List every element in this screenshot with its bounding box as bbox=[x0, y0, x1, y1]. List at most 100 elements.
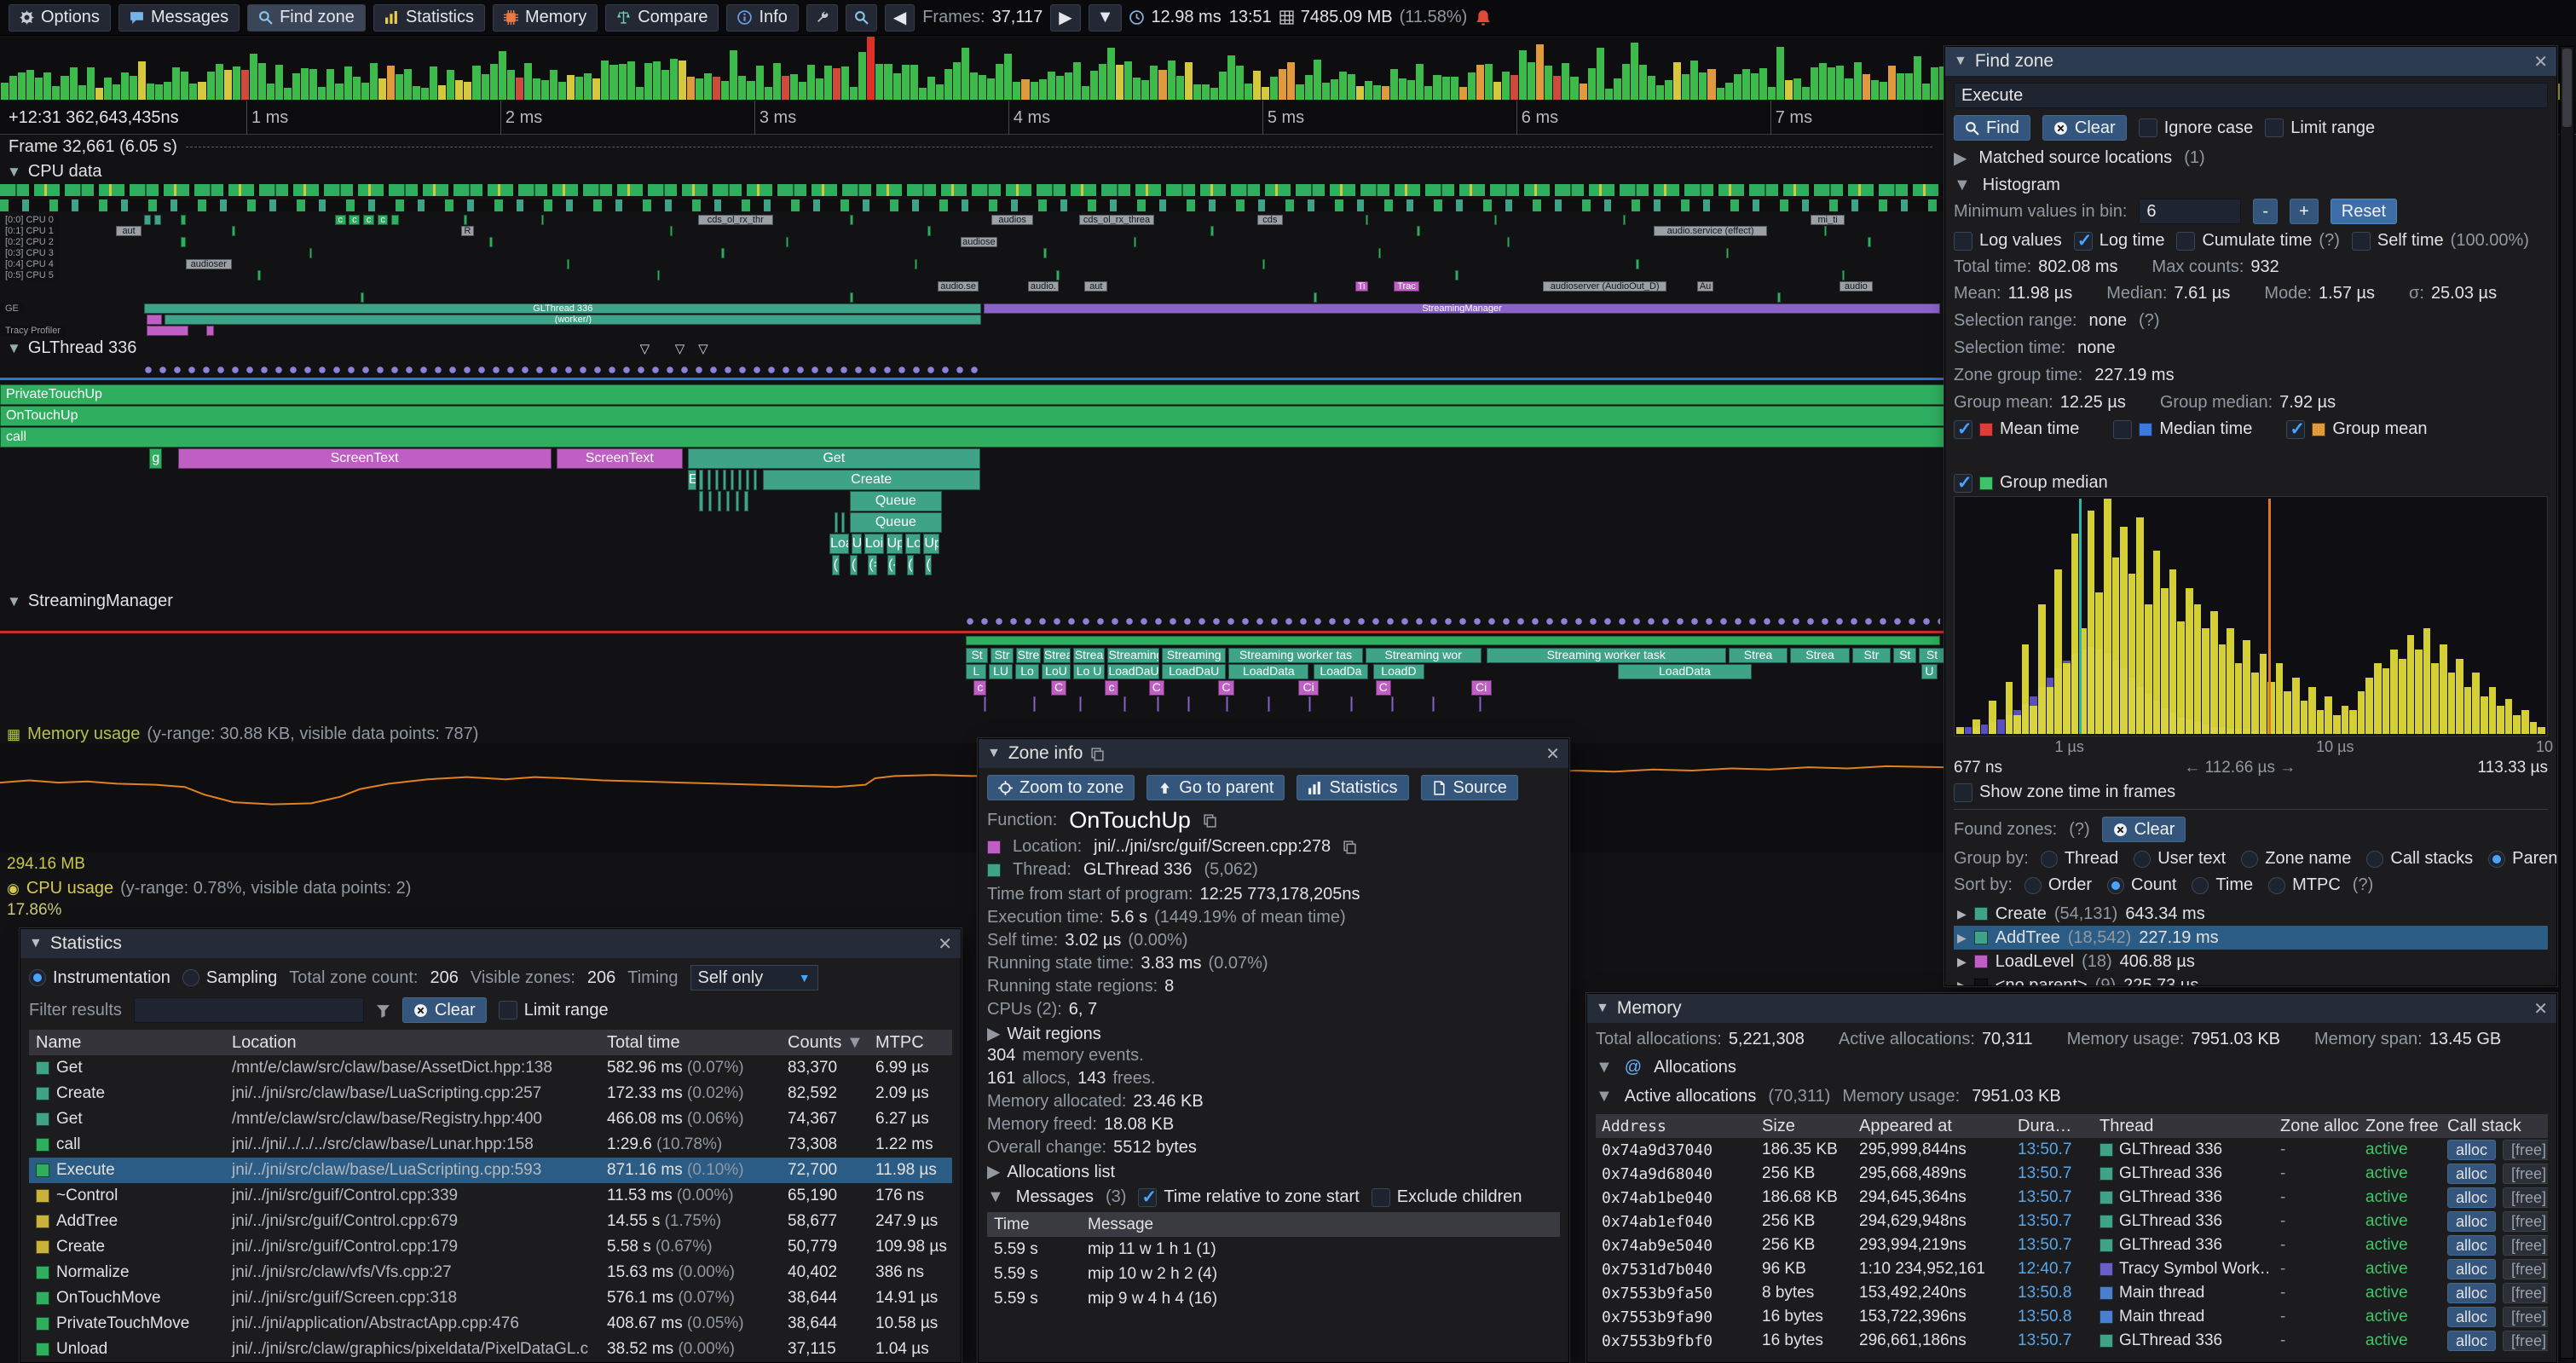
statistics-table-row[interactable]: AddTree jni/../jni/src/guif/Control.cpp:… bbox=[29, 1209, 952, 1234]
frame-bar[interactable] bbox=[1133, 78, 1141, 100]
timeline-zone[interactable]: Strea bbox=[1790, 648, 1850, 663]
timeline-zone[interactable] bbox=[154, 215, 161, 225]
frame-bar[interactable] bbox=[1287, 62, 1295, 100]
expand-icon[interactable]: ▶ bbox=[1957, 955, 1967, 969]
timeline-zone[interactable] bbox=[718, 491, 721, 511]
frame-bar[interactable] bbox=[721, 81, 729, 101]
frame-bar[interactable] bbox=[833, 68, 840, 100]
frame-bar[interactable] bbox=[9, 76, 17, 100]
info-button[interactable]: Info bbox=[726, 4, 798, 32]
cumulate-time-checkbox[interactable]: Cumulate time(?) bbox=[2176, 231, 2339, 251]
show-zone-time-checkbox[interactable]: Show zone time in frames bbox=[1954, 783, 2175, 802]
timeline-zone[interactable] bbox=[731, 470, 734, 490]
messages-button[interactable]: Messages bbox=[118, 4, 240, 32]
free-callstack-button[interactable]: [free] bbox=[2503, 1164, 2548, 1184]
timeline-zone[interactable] bbox=[1268, 696, 1270, 712]
timeline-zone[interactable]: Create bbox=[763, 470, 980, 490]
find-zone-button[interactable]: Find zone bbox=[247, 4, 366, 32]
frame-bar[interactable] bbox=[1922, 84, 1930, 100]
timeline-zone[interactable] bbox=[657, 270, 661, 280]
frame-bar[interactable] bbox=[893, 73, 901, 100]
close-icon[interactable]: ✕ bbox=[1545, 743, 1560, 765]
frame-bar[interactable] bbox=[52, 86, 60, 100]
thread-name[interactable]: GLThread 336 bbox=[1083, 860, 1193, 880]
timeline-zone[interactable]: c bbox=[363, 215, 374, 225]
timeline-zone[interactable] bbox=[232, 226, 235, 236]
frame-bar[interactable] bbox=[1373, 85, 1381, 100]
expand-icon[interactable]: ▶ bbox=[987, 1161, 1000, 1182]
timeline-zone[interactable] bbox=[1417, 226, 1420, 236]
message-row[interactable]: 5.59 smip 11 w 1 h 1 (1) bbox=[987, 1237, 1560, 1262]
frame-bar[interactable] bbox=[361, 83, 369, 101]
frame-bar[interactable] bbox=[1382, 86, 1389, 100]
timeline-zone[interactable] bbox=[1842, 270, 1845, 280]
timeline-zone[interactable]: E bbox=[688, 470, 697, 490]
radio-option[interactable]: Time bbox=[2192, 875, 2253, 895]
frame-bar[interactable] bbox=[773, 63, 781, 100]
timeline-zone[interactable] bbox=[567, 259, 570, 269]
frame-bar[interactable] bbox=[301, 68, 309, 100]
message-row[interactable]: 5.59 smip 9 w 4 h 4 (16) bbox=[987, 1286, 1560, 1311]
frame-bar[interactable] bbox=[1897, 73, 1904, 100]
found-zone-group[interactable]: ▶ LoadLevel (18) 406.88 µs bbox=[1954, 950, 2548, 973]
timeline-zone[interactable] bbox=[1134, 237, 1137, 247]
frame-bar[interactable] bbox=[1158, 70, 1166, 100]
statistics-table-header[interactable]: Name Location Total time Counts ▼ MTPC bbox=[29, 1030, 952, 1055]
timeline-zone[interactable] bbox=[1455, 270, 1458, 280]
timeline-zone[interactable]: Strea bbox=[1043, 648, 1071, 663]
frame-bar[interactable] bbox=[1597, 48, 1604, 100]
free-callstack-button[interactable]: [free] bbox=[2503, 1187, 2548, 1208]
collapse-icon[interactable]: ▼ bbox=[987, 1187, 1004, 1207]
frame-bar[interactable] bbox=[1339, 72, 1347, 100]
frame-bar[interactable] bbox=[1090, 71, 1098, 100]
frame-bar[interactable] bbox=[1227, 55, 1235, 100]
timeline-zone[interactable]: (= bbox=[868, 555, 876, 575]
timeline-zone[interactable]: Loa bbox=[829, 534, 849, 554]
timeline-zone[interactable] bbox=[835, 512, 838, 533]
timeline-zone[interactable]: LoadD bbox=[1373, 664, 1424, 679]
timeline-zone[interactable] bbox=[1308, 696, 1311, 712]
frame-bar[interactable] bbox=[1588, 68, 1596, 100]
frame-bar[interactable] bbox=[61, 76, 68, 100]
memory-table-row[interactable]: 0x7553b9fa90 16 bytes 153,722,396ns 13:5… bbox=[1596, 1305, 2548, 1329]
timeline-zone[interactable]: C bbox=[1376, 680, 1391, 696]
timeline-zone[interactable]: Ti bbox=[1355, 281, 1368, 292]
radio-option[interactable]: User text bbox=[2134, 849, 2226, 869]
matched-locations-toggle[interactable]: ▶Matched source locations(1) bbox=[1954, 147, 2548, 169]
collapse-icon[interactable]: ▼ bbox=[7, 593, 21, 610]
timeline-zone[interactable]: audio. bbox=[1028, 281, 1059, 292]
timeline-zone[interactable]: C bbox=[1051, 680, 1066, 696]
frame-bar[interactable] bbox=[344, 66, 352, 100]
collapse-icon[interactable]: ▼ bbox=[1954, 54, 1967, 69]
frame-bar[interactable] bbox=[807, 65, 815, 100]
free-callstack-button[interactable]: [free] bbox=[2503, 1283, 2548, 1303]
frame-bar[interactable] bbox=[35, 78, 43, 100]
series-toggle[interactable]: Median time bbox=[2113, 419, 2252, 439]
found-zone-group[interactable]: ▶ <no parent> (9) 225.73 µs bbox=[1954, 973, 2548, 985]
frame-bar[interactable] bbox=[1759, 68, 1767, 100]
timeline-zone[interactable]: cds_ol_rx_threa bbox=[1079, 215, 1154, 225]
frame-bar[interactable] bbox=[996, 64, 1003, 100]
timeline-zone[interactable] bbox=[1157, 696, 1159, 712]
frame-bar[interactable] bbox=[636, 87, 644, 100]
frame-bar[interactable] bbox=[644, 63, 652, 100]
clear-filter-button[interactable]: Clear bbox=[402, 997, 487, 1023]
frame-bar[interactable] bbox=[455, 80, 463, 100]
alloc-callstack-button[interactable]: alloc bbox=[2447, 1140, 2496, 1160]
frame-bar[interactable] bbox=[713, 77, 720, 100]
timeline-zone[interactable]: St bbox=[1893, 648, 1916, 663]
timeline-zone[interactable] bbox=[1187, 696, 1190, 712]
frame-bar[interactable] bbox=[292, 73, 300, 101]
frame-bar[interactable] bbox=[1819, 63, 1827, 100]
timeline-zone[interactable]: Ci bbox=[1298, 680, 1319, 696]
timeline-zone[interactable]: U bbox=[852, 534, 862, 554]
frame-bar[interactable] bbox=[438, 85, 446, 100]
timeline-zone[interactable] bbox=[1033, 696, 1036, 712]
timeline-zone[interactable]: Strea bbox=[1073, 648, 1106, 663]
frame-bar[interactable] bbox=[884, 64, 892, 100]
timeline-zone[interactable] bbox=[144, 215, 151, 225]
frame-bar[interactable] bbox=[1390, 69, 1398, 100]
funnel-icon[interactable] bbox=[376, 1003, 390, 1018]
memory-table-row[interactable]: 0x74ab1ef040 256 KB 294,629,948ns 13:50.… bbox=[1596, 1210, 2548, 1233]
timeline-zone[interactable]: Queue bbox=[850, 491, 941, 511]
